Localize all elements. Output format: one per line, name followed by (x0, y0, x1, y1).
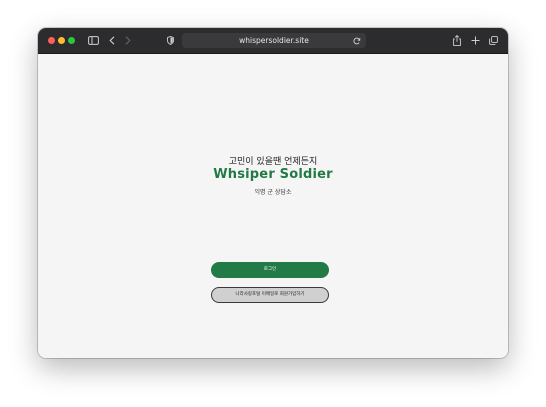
signup-button[interactable]: 나라사랑포털 이메일로 회원가입하기 (211, 287, 329, 303)
reload-icon[interactable] (353, 34, 361, 47)
share-icon[interactable] (452, 34, 462, 47)
chevron-right-icon[interactable] (124, 34, 132, 47)
site-title: Whsiper Soldier (213, 167, 333, 182)
tagline: 고민이 있을땐 언제든지 (228, 157, 318, 167)
page-content: 고민이 있을땐 언제든지 Whsiper Soldier 익명 군 상담소 로그… (38, 54, 508, 358)
tabs-overview-icon[interactable] (488, 34, 498, 47)
url-text: whispersoldier.site (239, 36, 309, 45)
login-button[interactable]: 로그인 (211, 262, 329, 278)
site-subtitle: 익명 군 상담소 (254, 189, 292, 196)
close-window-button[interactable] (48, 37, 55, 44)
address-bar[interactable]: whispersoldier.site (182, 33, 366, 48)
browser-window: whispersoldier.site 고민이 있을땐 언제든지 Whsiper… (38, 28, 508, 358)
shield-icon[interactable] (166, 34, 174, 47)
plus-icon[interactable] (470, 34, 480, 47)
zoom-window-button[interactable] (68, 37, 75, 44)
browser-toolbar: whispersoldier.site (38, 28, 508, 54)
minimize-window-button[interactable] (58, 37, 65, 44)
sidebar-icon[interactable] (87, 34, 99, 47)
chevron-left-icon[interactable] (108, 34, 116, 47)
desktop-background: whispersoldier.site 고민이 있을땐 언제든지 Whsiper… (0, 0, 546, 407)
